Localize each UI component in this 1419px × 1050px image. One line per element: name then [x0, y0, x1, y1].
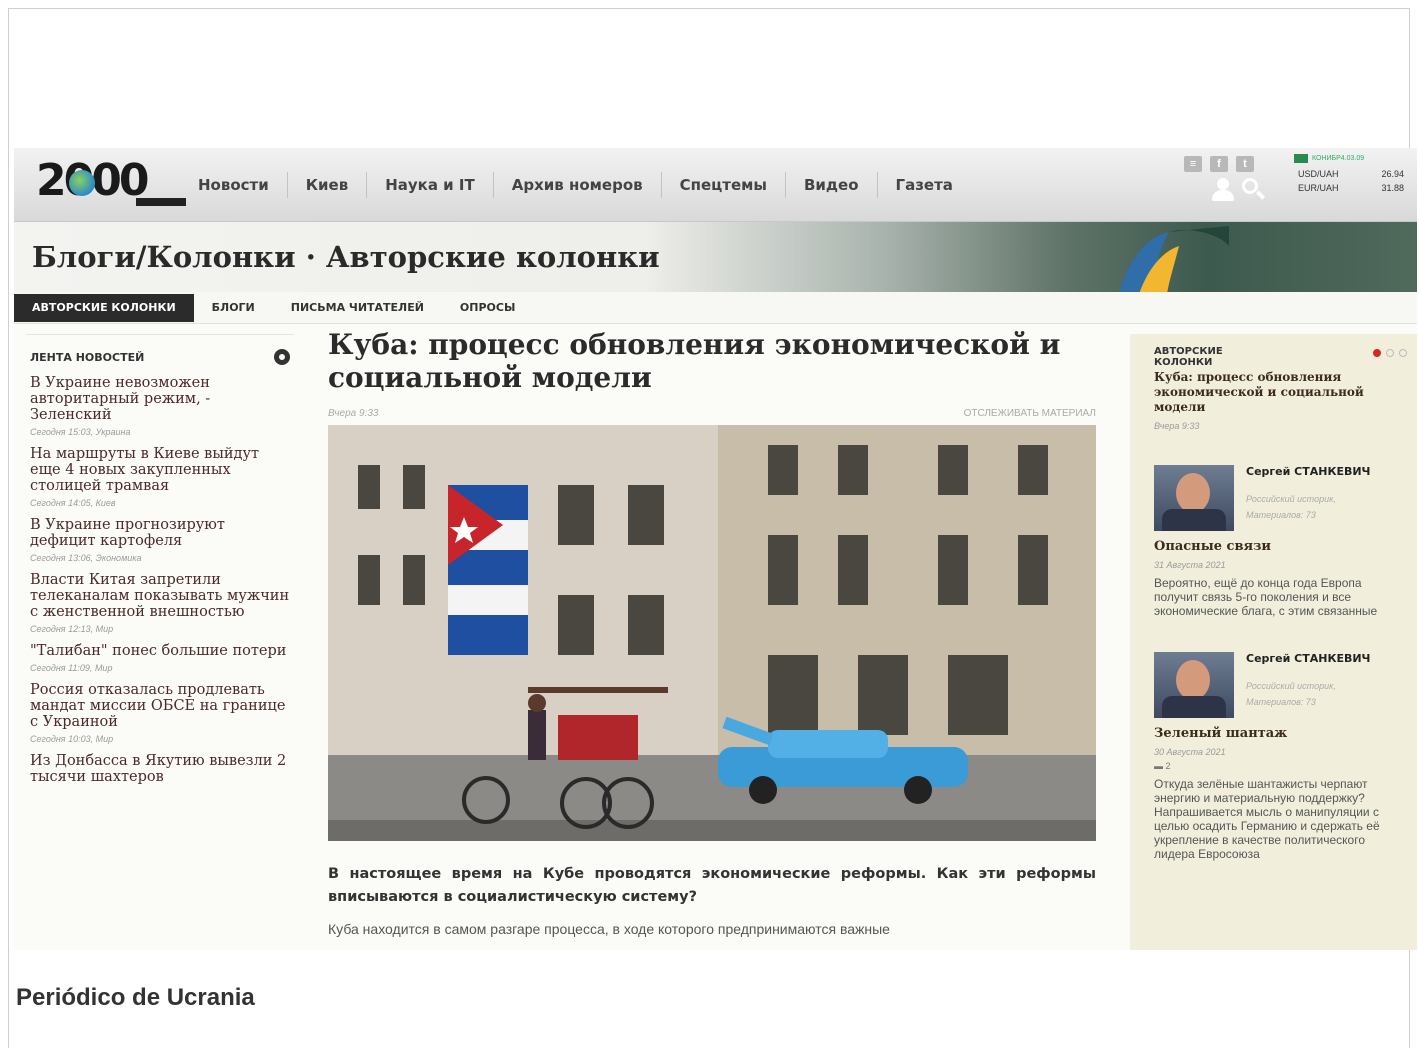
column-excerpt: Вероятно, ещё до конца года Европа получ… [1154, 576, 1378, 618]
article-body: Куба находится в самом разгаре процесса,… [328, 921, 890, 937]
author-card[interactable]: Сергей СТАНКЕВИЧ Российский историк, Мат… [1154, 652, 1407, 718]
news-feed-header: ЛЕНТА НОВОСТЕЙ [26, 335, 294, 375]
news-title[interactable]: Из Донбасса в Якутию вывезли 2 тысячи ша… [30, 753, 290, 785]
list-item[interactable]: Власти Китая запретили телеканалам показ… [30, 572, 290, 634]
news-title[interactable]: "Талибан" понес большие потери [30, 643, 290, 659]
facebook-icon[interactable]: f [1210, 156, 1228, 172]
list-item[interactable]: "Талибан" понес большие потери Сегодня 1… [30, 643, 290, 673]
rate-row: EUR/UAH 31.88 [1298, 183, 1404, 193]
carousel-dots [1373, 349, 1407, 357]
author-columns-sidebar: АВТОРСКИЕ КОЛОНКИ Куба: процесс обновлен… [1130, 334, 1417, 950]
logo-underline [136, 198, 186, 206]
search-icon[interactable] [1240, 176, 1266, 202]
article-meta: Вчера 9:33 ОТСЛЕЖИВАТЬ МАТЕРИАЛ [328, 408, 1096, 419]
article-lead: В настоящее время на Кубе проводятся эко… [328, 866, 1096, 905]
avatar [1154, 652, 1234, 718]
top-navbar: 2000 Новости Киев Наука и IT Архив номер… [14, 148, 1417, 222]
list-item[interactable]: В Украине прогнозируют дефицит картофеля… [30, 517, 290, 563]
article-date: Вчера 9:33 [328, 408, 379, 419]
website-screenshot: 2000 Новости Киев Наука и IT Архив номер… [14, 148, 1417, 950]
main-nav: Новости Киев Наука и IT Архив номеров Сп… [180, 172, 971, 198]
news-meta: Сегодня 13:06, Экономика [30, 553, 142, 563]
article-headline: Куба: процесс обновления экономической и… [328, 328, 1061, 394]
news-meta: Сегодня 14:05, Киев [30, 498, 116, 508]
news-meta: Сегодня 12:13, Мир [30, 624, 114, 634]
tab-author-columns[interactable]: АВТОРСКИЕ КОЛОНКИ [14, 293, 194, 322]
sidebar-header: АВТОРСКИЕ КОЛОНКИ [1154, 346, 1407, 368]
havana-street-image [328, 425, 1096, 841]
figure-caption: Periódico de Ucrania [16, 984, 255, 1011]
news-title[interactable]: Власти Китая запретили телеканалам показ… [30, 572, 290, 620]
column-excerpt: Откуда зелёные шантажисты черпают энерги… [1154, 777, 1380, 861]
follow-link[interactable]: ОТСЛЕЖИВАТЬ МАТЕРИАЛ [964, 408, 1096, 419]
globe-icon [69, 170, 95, 196]
comment-icon: ▬ [1154, 761, 1163, 771]
author-info: Сергей СТАНКЕВИЧ Российский историк, Мат… [1246, 652, 1370, 718]
author-role: Российский историк, [1246, 494, 1336, 504]
bank-logo-icon [1294, 154, 1308, 163]
site-logo[interactable]: 2000 [36, 158, 186, 206]
news-meta: Сегодня 15:03, Украина [30, 427, 131, 437]
section-title: Блоги/Колонки · Авторские колонки [32, 240, 660, 274]
news-meta: Сегодня 11:09, Мир [30, 663, 113, 673]
list-item[interactable]: Россия отказалась продлевать мандат мисс… [30, 682, 290, 744]
news-feed: ЛЕНТА НОВОСТЕЙ В Украине невозможен авто… [26, 334, 294, 950]
news-feed-title: ЛЕНТА НОВОСТЕЙ [30, 350, 145, 364]
news-title[interactable]: На маршруты в Киеве выйдут еще 4 новых з… [30, 446, 290, 494]
author-role: Российский историк, [1246, 681, 1336, 691]
column-title[interactable]: Зеленый шантаж [1154, 726, 1407, 741]
tab-polls[interactable]: ОПРОСЫ [442, 294, 533, 322]
rss-icon[interactable]: ≡ [1184, 156, 1202, 172]
list-item[interactable]: На маршруты в Киеве выйдут еще 4 новых з… [30, 446, 290, 508]
parrot-image [1119, 226, 1229, 294]
nav-item-newspaper[interactable]: Газета [876, 172, 971, 198]
currency-rates: КОНИБР4.03.09 USD/UAH 26.94 EUR/UAH 31.88 [1294, 154, 1404, 195]
sidebar-category: АВТОРСКИЕ КОЛОНКИ [1154, 346, 1223, 368]
tab-letters[interactable]: ПИСЬМА ЧИТАТЕЛЕЙ [273, 294, 442, 322]
news-title[interactable]: Россия отказалась продлевать мандат мисс… [30, 682, 290, 730]
nav-item-special[interactable]: Спецтемы [660, 172, 785, 198]
list-item[interactable]: В Украине невозможен авторитарный режим,… [30, 375, 290, 437]
featured-title[interactable]: Куба: процесс обновления экономической и… [1154, 370, 1407, 415]
carousel-dot[interactable] [1399, 349, 1407, 357]
column-date: 31 Августа 2021 [1154, 560, 1226, 570]
nav-item-science[interactable]: Наука и IT [366, 172, 493, 198]
article-photo [328, 425, 1096, 841]
gear-icon[interactable] [274, 349, 290, 365]
news-meta: Сегодня 10:03, Мир [30, 734, 114, 744]
nav-item-news[interactable]: Новости [180, 172, 287, 198]
tab-blogs[interactable]: БЛОГИ [194, 294, 273, 322]
news-title[interactable]: В Украине прогнозируют дефицит картофеля [30, 517, 290, 549]
user-icon[interactable] [1210, 178, 1236, 202]
section-banner: Блоги/Колонки · Авторские колонки [14, 222, 1417, 294]
news-list: В Украине невозможен авторитарный режим,… [26, 375, 294, 785]
column-date: 30 Августа 2021 [1154, 747, 1226, 757]
list-item[interactable]: Из Донбасса в Якутию вывезли 2 тысячи ша… [30, 753, 290, 785]
author-name[interactable]: Сергей СТАНКЕВИЧ [1246, 465, 1370, 478]
section-tabs: АВТОРСКИЕ КОЛОНКИ БЛОГИ ПИСЬМА ЧИТАТЕЛЕЙ… [14, 292, 1417, 324]
author-materials: Материалов: 73 [1246, 510, 1316, 520]
author-materials: Материалов: 73 [1246, 697, 1316, 707]
author-card[interactable]: Сергей СТАНКЕВИЧ Российский историк, Мат… [1154, 465, 1407, 531]
nav-item-kiev[interactable]: Киев [286, 172, 366, 198]
carousel-dot-active[interactable] [1373, 349, 1381, 357]
nav-item-video[interactable]: Видео [784, 172, 877, 198]
column-title[interactable]: Опасные связи [1154, 539, 1407, 554]
bank-label: КОНИБР4.03.09 [1294, 154, 1404, 163]
social-links: ≡ f t [1184, 156, 1254, 172]
carousel-dot[interactable] [1386, 349, 1394, 357]
news-title[interactable]: В Украине невозможен авторитарный режим,… [30, 375, 290, 423]
twitter-icon[interactable]: t [1236, 156, 1254, 172]
avatar [1154, 465, 1234, 531]
author-info: Сергей СТАНКЕВИЧ Российский историк, Мат… [1246, 465, 1370, 531]
comment-count: ▬ 2 [1154, 761, 1171, 771]
nav-item-archive[interactable]: Архив номеров [492, 172, 661, 198]
author-name[interactable]: Сергей СТАНКЕВИЧ [1246, 652, 1370, 665]
rate-row: USD/UAH 26.94 [1298, 169, 1404, 179]
featured-date: Вчера 9:33 [1154, 421, 1200, 431]
article: Куба: процесс обновления экономической и… [328, 328, 1096, 937]
